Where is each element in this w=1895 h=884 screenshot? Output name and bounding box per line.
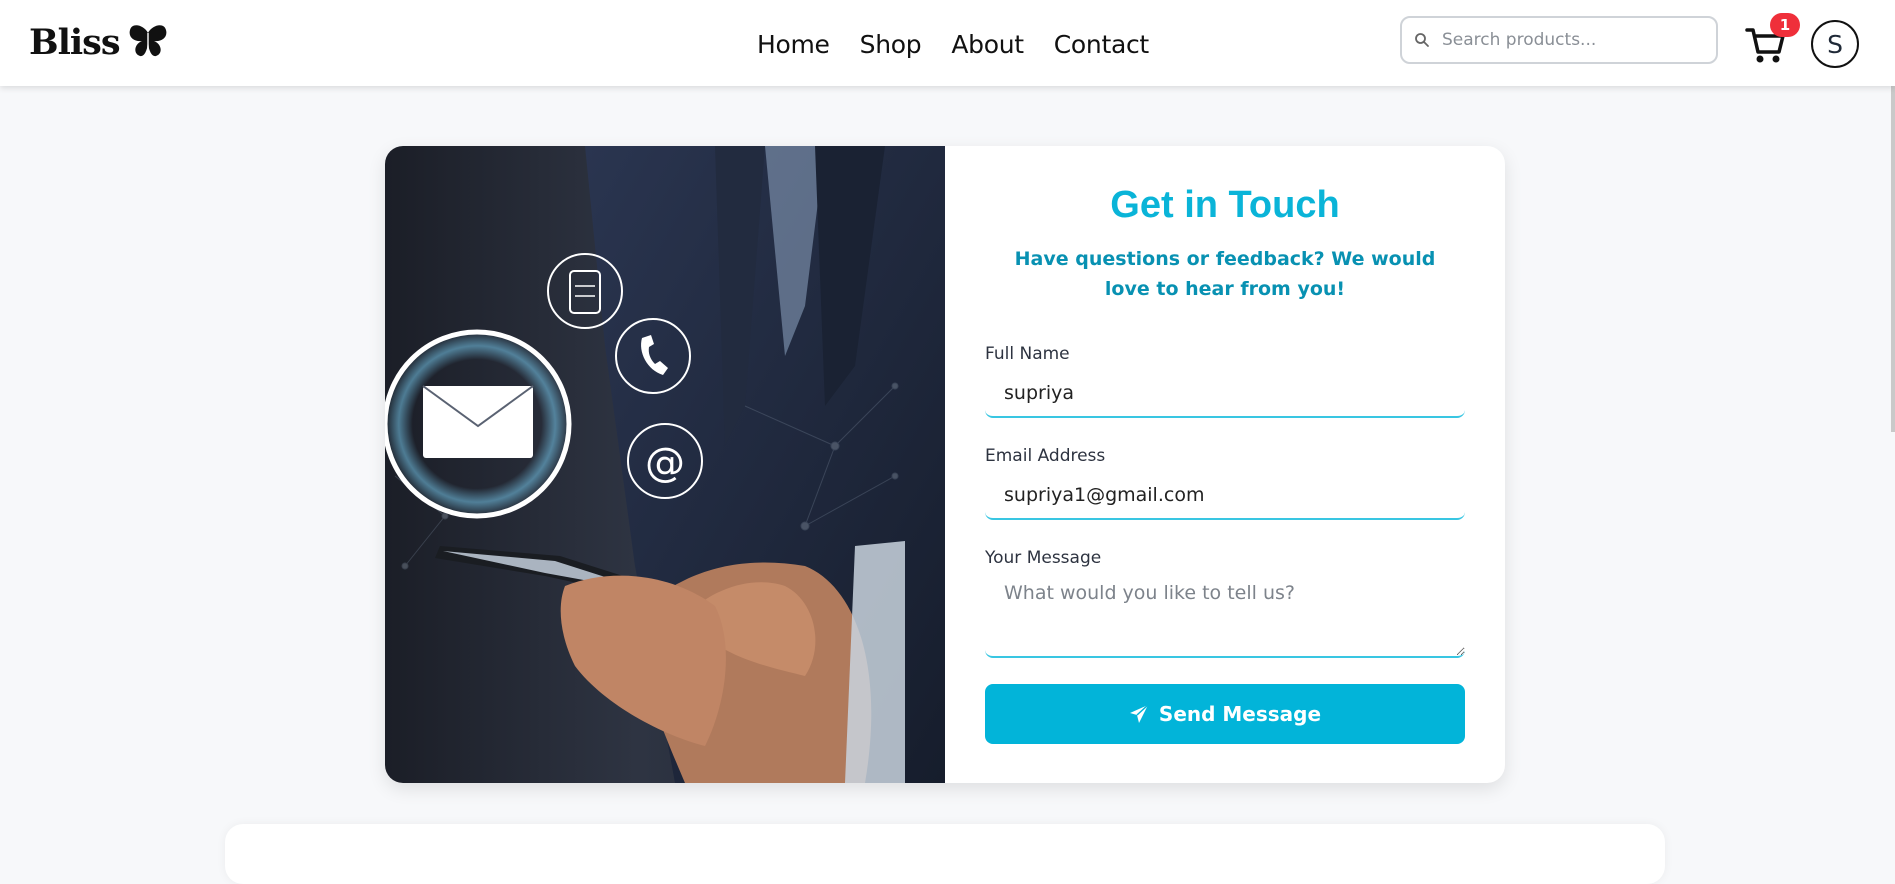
nav-about[interactable]: About	[951, 30, 1024, 59]
search-icon	[1415, 33, 1429, 47]
contact-form: Get in Touch Have questions or feedback?…	[945, 146, 1505, 783]
send-message-button[interactable]: Send Message	[985, 684, 1465, 744]
lower-section-card	[225, 824, 1665, 884]
contact-title: Get in Touch	[1110, 184, 1340, 226]
search-input[interactable]	[1440, 29, 1704, 51]
brand-logo[interactable]: Bliss	[29, 19, 168, 65]
svg-text:@: @	[645, 440, 685, 486]
contact-hero-image: @	[385, 146, 945, 783]
cart-count-badge: 1	[1770, 13, 1800, 37]
butterfly-icon	[129, 25, 166, 57]
message-label: Your Message	[985, 548, 1102, 568]
user-avatar[interactable]: S	[1811, 20, 1859, 68]
main-nav: Home Shop About Contact	[757, 24, 1149, 64]
nav-contact[interactable]: Contact	[1054, 30, 1149, 59]
brand-name: Bliss	[29, 21, 121, 63]
navbar: Bliss Home Shop About Contact 1 S	[0, 0, 1895, 86]
full-name-field[interactable]	[985, 370, 1465, 418]
nav-shop[interactable]: Shop	[860, 30, 922, 59]
email-label: Email Address	[985, 446, 1106, 466]
paper-plane-icon	[1129, 704, 1149, 723]
contact-card: @ Get in Touch Have questions or feedbac…	[385, 146, 1505, 783]
full-name-label: Full Name	[985, 344, 1070, 364]
contact-subtitle: Have questions or feedback? We would lov…	[1014, 248, 1436, 300]
nav-home[interactable]: Home	[757, 30, 830, 59]
message-field[interactable]	[985, 574, 1465, 658]
search-box	[1400, 16, 1718, 64]
email-field[interactable]	[985, 472, 1465, 520]
send-message-label: Send Message	[1158, 702, 1322, 726]
